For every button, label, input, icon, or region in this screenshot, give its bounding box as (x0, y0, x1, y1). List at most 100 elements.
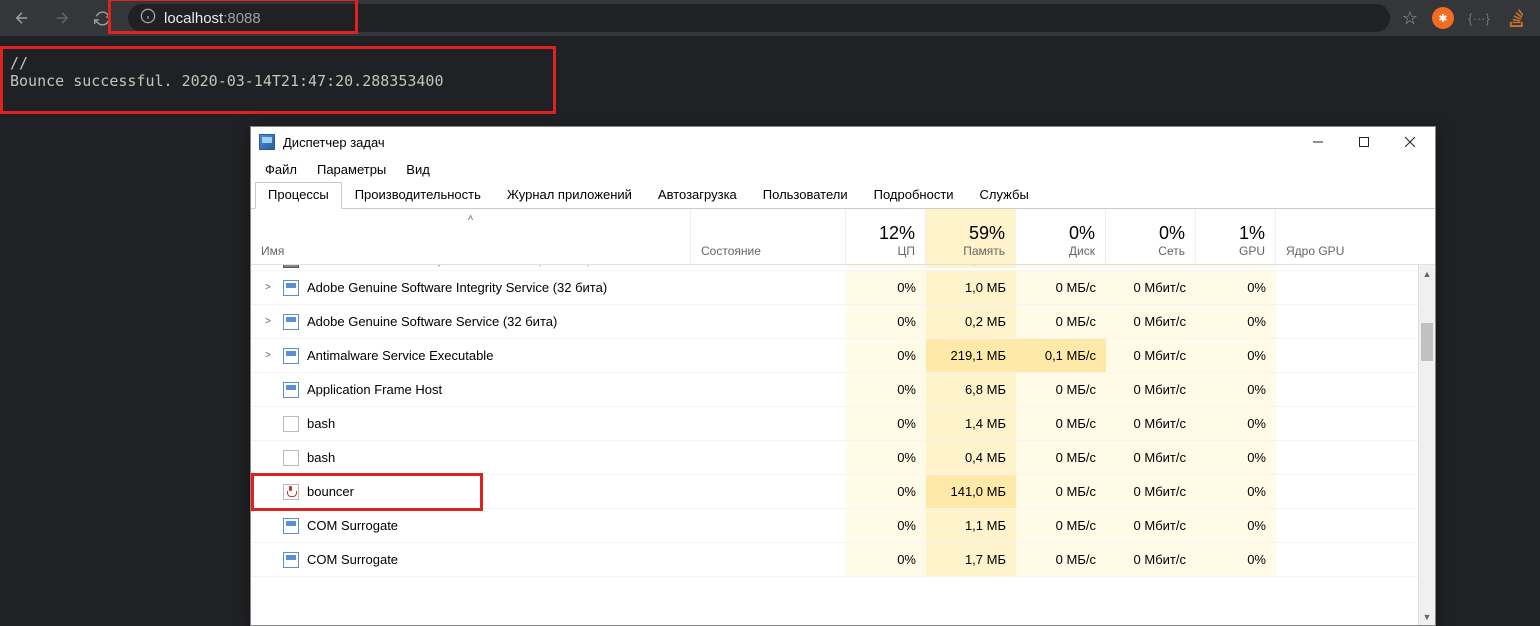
cell-disk: 0 МБ/с (1016, 305, 1106, 338)
tab-4[interactable]: Пользователи (750, 182, 861, 209)
scroll-thumb[interactable] (1421, 323, 1433, 361)
cell-gpu: 0% (1196, 265, 1276, 268)
process-icon (283, 416, 299, 432)
scroll-up-icon[interactable]: ▲ (1419, 265, 1435, 282)
process-icon (283, 450, 299, 466)
cell-status (691, 543, 846, 576)
cell-network: 0 Мбит/с (1106, 509, 1196, 542)
tab-2[interactable]: Журнал приложений (494, 182, 645, 209)
cell-network: 0 Мбит/с (1106, 339, 1196, 372)
scroll-down-icon[interactable]: ▼ (1419, 608, 1435, 625)
cell-gpucore (1276, 305, 1435, 338)
expand-icon[interactable]: > (261, 350, 275, 361)
process-name: COM Surrogate (307, 518, 398, 533)
tab-6[interactable]: Службы (967, 182, 1042, 209)
process-row[interactable]: >Adobe Genuine Software Integrity Servic… (251, 271, 1435, 305)
forward-button[interactable] (48, 4, 76, 32)
cell-gpu: 0% (1196, 543, 1276, 576)
close-button[interactable] (1387, 127, 1433, 157)
cell-gpucore (1276, 475, 1435, 508)
cell-disk: 0 МБ/с (1016, 441, 1106, 474)
maximize-button[interactable] (1341, 127, 1387, 157)
tab-0[interactable]: Процессы (255, 182, 342, 209)
extension-icon-2[interactable]: {···} (1468, 7, 1490, 29)
process-icon (283, 280, 299, 296)
cell-status (691, 373, 846, 406)
header-gpu[interactable]: 1% GPU (1196, 209, 1276, 264)
expand-icon[interactable]: > (261, 282, 275, 293)
process-row[interactable]: COM Surrogate0%1,1 МБ0 МБ/с0 Мбит/с0% (251, 509, 1435, 543)
process-name: bouncer (307, 484, 354, 499)
header-name[interactable]: ˄ Имя (251, 209, 691, 264)
cell-status (691, 265, 846, 268)
cell-cpu: 0% (846, 305, 926, 338)
back-button[interactable] (8, 4, 36, 32)
tab-1[interactable]: Производительность (342, 182, 494, 209)
tab-3[interactable]: Автозагрузка (645, 182, 750, 209)
cell-gpucore (1276, 441, 1435, 474)
header-gpucore[interactable]: Ядро GPU (1276, 209, 1435, 264)
process-row[interactable]: >Antimalware Service Executable0%219,1 М… (251, 339, 1435, 373)
cell-network: 0 Мбит/с (1106, 265, 1196, 268)
bookmark-star-icon[interactable]: ☆ (1402, 8, 1418, 29)
cell-network: 0 Мбит/с (1106, 305, 1196, 338)
window-title: Диспетчер задач (283, 135, 385, 150)
cell-network: 0 Мбит/с (1106, 441, 1196, 474)
header-status[interactable]: Состояние (691, 209, 846, 264)
cell-status (691, 305, 846, 338)
site-info-icon[interactable] (140, 8, 156, 29)
cell-network: 0 Мбит/с (1106, 373, 1196, 406)
menu-view[interactable]: Вид (398, 160, 438, 179)
menu-file[interactable]: Файл (257, 160, 305, 179)
cell-memory: 0,2 МБ (926, 305, 1016, 338)
menu-options[interactable]: Параметры (309, 160, 394, 179)
cell-memory: 1,1 МБ (926, 509, 1016, 542)
cell-network: 0 Мбит/с (1106, 543, 1196, 576)
cell-gpu: 0% (1196, 305, 1276, 338)
process-name: bash (307, 450, 335, 465)
titlebar[interactable]: Диспетчер задач (251, 127, 1435, 157)
cell-disk: 0 МБ/с (1016, 271, 1106, 304)
cell-disk: 0 МБ/с (1016, 475, 1106, 508)
cell-cpu: 0% (846, 509, 926, 542)
minimize-button[interactable] (1295, 127, 1341, 157)
cell-memory: 1,4 МБ (926, 407, 1016, 440)
process-row[interactable]: bouncer0%141,0 МБ0 МБ/с0 Мбит/с0% (251, 475, 1435, 509)
response-line-2: Bounce successful. 2020-03-14T21:47:20.2… (10, 72, 443, 90)
extension-icon-1[interactable]: ✱ (1432, 7, 1454, 29)
expand-icon[interactable]: > (261, 316, 275, 327)
process-row[interactable]: bash0%1,4 МБ0 МБ/с0 Мбит/с0% (251, 407, 1435, 441)
cell-gpu: 0% (1196, 373, 1276, 406)
cell-gpucore (1276, 339, 1435, 372)
process-row[interactable]: COM Surrogate0%1,7 МБ0 МБ/с0 Мбит/с0% (251, 543, 1435, 577)
task-manager-window: Диспетчер задач Файл Параметры Вид Проце… (250, 126, 1436, 626)
cell-disk: 0 МБ/с (1016, 407, 1106, 440)
address-bar[interactable]: localhost:8088 (128, 4, 1390, 32)
reload-button[interactable] (88, 4, 116, 32)
cell-status (691, 271, 846, 304)
cell-cpu: 0% (846, 441, 926, 474)
scrollbar[interactable]: ▲ ▼ (1418, 265, 1435, 625)
header-network[interactable]: 0% Сеть (1106, 209, 1196, 264)
process-row[interactable]: bash0%0,4 МБ0 МБ/с0 Мбит/с0% (251, 441, 1435, 475)
extension-stackoverflow-icon[interactable] (1504, 7, 1526, 29)
header-disk[interactable]: 0% Диск (1016, 209, 1106, 264)
header-memory[interactable]: 59% Память (926, 209, 1016, 264)
process-icon (283, 484, 299, 500)
process-icon (283, 382, 299, 398)
cell-cpu: 0% (846, 265, 926, 268)
cell-gpu: 0% (1196, 271, 1276, 304)
cell-memory: 219,1 МБ (926, 339, 1016, 372)
cell-gpucore (1276, 271, 1435, 304)
url-text: localhost:8088 (164, 10, 261, 27)
process-row[interactable]: >Adobe Genuine Software Service (32 бита… (251, 305, 1435, 339)
process-row[interactable]: Application Frame Host0%6,8 МБ0 МБ/с0 Мб… (251, 373, 1435, 407)
cell-status (691, 339, 846, 372)
header-cpu[interactable]: 12% ЦП (846, 209, 926, 264)
cell-disk: 0 МБ/с (1016, 543, 1106, 576)
cell-disk: 0 МБ/с (1016, 509, 1106, 542)
process-name: bash (307, 416, 335, 431)
tab-5[interactable]: Подробности (861, 182, 967, 209)
cell-cpu: 0% (846, 271, 926, 304)
cell-memory: 6,8 МБ (926, 373, 1016, 406)
